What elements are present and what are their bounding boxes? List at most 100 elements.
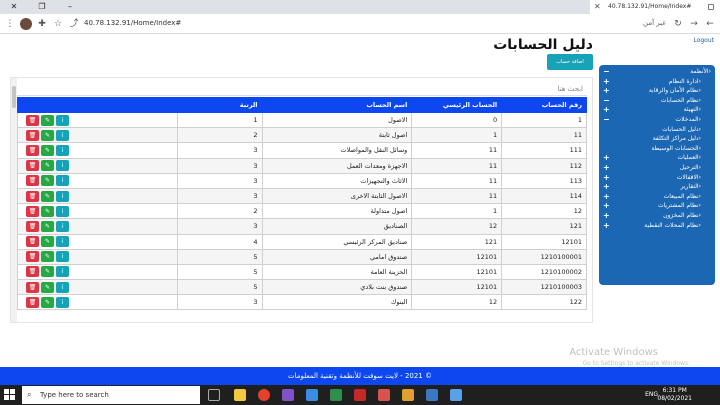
- sidebar-item[interactable]: ‹نظام المحلات النقطية +: [599, 221, 715, 231]
- sidebar-item[interactable]: ‹نظام الأمان والرقابة +: [599, 86, 715, 96]
- language-indicator[interactable]: ENG: [645, 391, 658, 398]
- expand-icon[interactable]: +: [603, 105, 610, 115]
- back-icon[interactable]: ←: [704, 18, 716, 30]
- restore-window-icon[interactable]: ❐: [28, 0, 56, 14]
- app-icon-light-blue[interactable]: [450, 389, 462, 401]
- info-button[interactable]: i: [56, 175, 69, 187]
- info-button[interactable]: i: [56, 205, 69, 217]
- app-icon-orange[interactable]: [402, 389, 414, 401]
- sidebar-item[interactable]: ‹دليل الحسابات: [599, 125, 715, 135]
- expand-icon[interactable]: +: [603, 173, 610, 183]
- sidebar-item[interactable]: ‹نظام المخزون +: [599, 211, 715, 221]
- expand-icon[interactable]: +: [603, 192, 610, 202]
- expand-icon[interactable]: +: [603, 201, 610, 211]
- sidebar-item[interactable]: ‹نظام المشتريات +: [599, 201, 715, 211]
- delete-button[interactable]: 🗑: [26, 175, 39, 187]
- expand-icon[interactable]: +: [603, 163, 610, 173]
- info-button[interactable]: i: [56, 251, 69, 263]
- add-account-button[interactable]: اضافة حساب: [547, 54, 593, 70]
- scrollbar-thumb[interactable]: [12, 86, 16, 108]
- delete-button[interactable]: 🗑: [26, 160, 39, 172]
- delete-button[interactable]: 🗑: [26, 129, 39, 141]
- url-field[interactable]: 40.78.132.91/Home/Index#: [84, 19, 181, 27]
- edit-button[interactable]: ✎: [41, 144, 54, 156]
- sidebar-item[interactable]: ‹ادارة النظام +: [599, 77, 715, 87]
- edit-button[interactable]: ✎: [41, 281, 54, 293]
- chrome-icon[interactable]: [258, 389, 270, 401]
- delete-button[interactable]: 🗑: [26, 144, 39, 156]
- edit-button[interactable]: ✎: [41, 220, 54, 232]
- info-button[interactable]: i: [56, 129, 69, 141]
- sidebar-item[interactable]: ‹العمليات +: [599, 153, 715, 163]
- pdf-reader-icon[interactable]: [354, 389, 366, 401]
- taskbar-search[interactable]: ⌕ Type here to search: [22, 386, 200, 404]
- header-rank[interactable]: الرتبة: [176, 97, 263, 113]
- collapse-icon[interactable]: −: [603, 67, 610, 77]
- minimize-window-icon[interactable]: –: [56, 0, 84, 14]
- edit-button[interactable]: ✎: [41, 160, 54, 172]
- edit-button[interactable]: ✎: [41, 266, 54, 278]
- info-button[interactable]: i: [56, 281, 69, 293]
- collapse-icon[interactable]: −: [603, 96, 610, 106]
- close-window-icon[interactable]: ✕: [0, 0, 28, 14]
- expand-icon[interactable]: +: [603, 221, 610, 231]
- info-button[interactable]: i: [56, 296, 69, 308]
- expand-icon[interactable]: +: [603, 86, 610, 96]
- browser-tab[interactable]: ✕ 40.78.132.91/Home/Index#: [590, 0, 720, 14]
- extensions-icon[interactable]: ✚: [36, 18, 48, 30]
- menu-dots-icon[interactable]: ⋮: [4, 18, 16, 30]
- info-button[interactable]: i: [56, 144, 69, 156]
- delete-button[interactable]: 🗑: [26, 296, 39, 308]
- edit-button[interactable]: ✎: [41, 251, 54, 263]
- search-input[interactable]: ابحث هنا: [17, 82, 587, 96]
- insecure-label[interactable]: غير آمن: [643, 19, 666, 27]
- info-button[interactable]: i: [56, 190, 69, 202]
- sidebar-item[interactable]: ‹الأنظمة −: [599, 67, 715, 77]
- edit-button[interactable]: ✎: [41, 129, 54, 141]
- delete-button[interactable]: 🗑: [26, 220, 39, 232]
- info-button[interactable]: i: [56, 266, 69, 278]
- info-button[interactable]: i: [56, 160, 69, 172]
- info-button[interactable]: i: [56, 236, 69, 248]
- delete-button[interactable]: 🗑: [26, 190, 39, 202]
- sidebar-item[interactable]: ‹المدخلات −: [599, 115, 715, 125]
- delete-button[interactable]: 🗑: [26, 266, 39, 278]
- sidebar-item[interactable]: ‹الاقفالات +: [599, 173, 715, 183]
- edit-button[interactable]: ✎: [41, 114, 54, 126]
- header-parent-account[interactable]: الحساب الرئيسي: [411, 97, 503, 113]
- app-icon-green[interactable]: [330, 389, 342, 401]
- sidebar-item[interactable]: ‹التهيئة +: [599, 105, 715, 115]
- edit-button[interactable]: ✎: [41, 190, 54, 202]
- info-button[interactable]: i: [56, 220, 69, 232]
- edit-button[interactable]: ✎: [41, 236, 54, 248]
- sidebar-item[interactable]: ‹نظام المبيعات +: [599, 192, 715, 202]
- collapse-icon[interactable]: −: [603, 115, 610, 125]
- windows-start-icon[interactable]: [4, 389, 16, 401]
- edit-button[interactable]: ✎: [41, 205, 54, 217]
- delete-button[interactable]: 🗑: [26, 236, 39, 248]
- tab-close-icon[interactable]: ✕: [594, 0, 601, 14]
- sidebar-item[interactable]: ‹دليل مراكز التكلفة: [599, 134, 715, 144]
- bookmark-star-icon[interactable]: ☆: [52, 18, 64, 30]
- delete-button[interactable]: 🗑: [26, 281, 39, 293]
- expand-icon[interactable]: +: [603, 153, 610, 163]
- clock[interactable]: 6:31 PM 08/02/2021: [657, 387, 692, 403]
- visual-studio-icon[interactable]: [282, 389, 294, 401]
- edit-button[interactable]: ✎: [41, 175, 54, 187]
- edit-button[interactable]: ✎: [41, 296, 54, 308]
- expand-icon[interactable]: +: [603, 211, 610, 221]
- app-icon-navy[interactable]: [426, 389, 438, 401]
- logout-link[interactable]: Logout: [693, 37, 714, 44]
- share-icon[interactable]: ⤴: [68, 18, 80, 30]
- header-account-no[interactable]: رقم الحساب: [501, 97, 587, 113]
- sidebar-item[interactable]: ‹الترحيل +: [599, 163, 715, 173]
- header-account-name[interactable]: اسم الحساب: [261, 97, 413, 113]
- app-icon-blue[interactable]: [306, 389, 318, 401]
- reload-icon[interactable]: ↻: [672, 18, 684, 30]
- expand-icon[interactable]: +: [603, 77, 610, 87]
- profile-avatar[interactable]: [20, 18, 32, 30]
- task-view-icon[interactable]: [208, 389, 220, 401]
- file-explorer-icon[interactable]: [234, 389, 246, 401]
- delete-button[interactable]: 🗑: [26, 251, 39, 263]
- sidebar-item[interactable]: ‹التقارير +: [599, 182, 715, 192]
